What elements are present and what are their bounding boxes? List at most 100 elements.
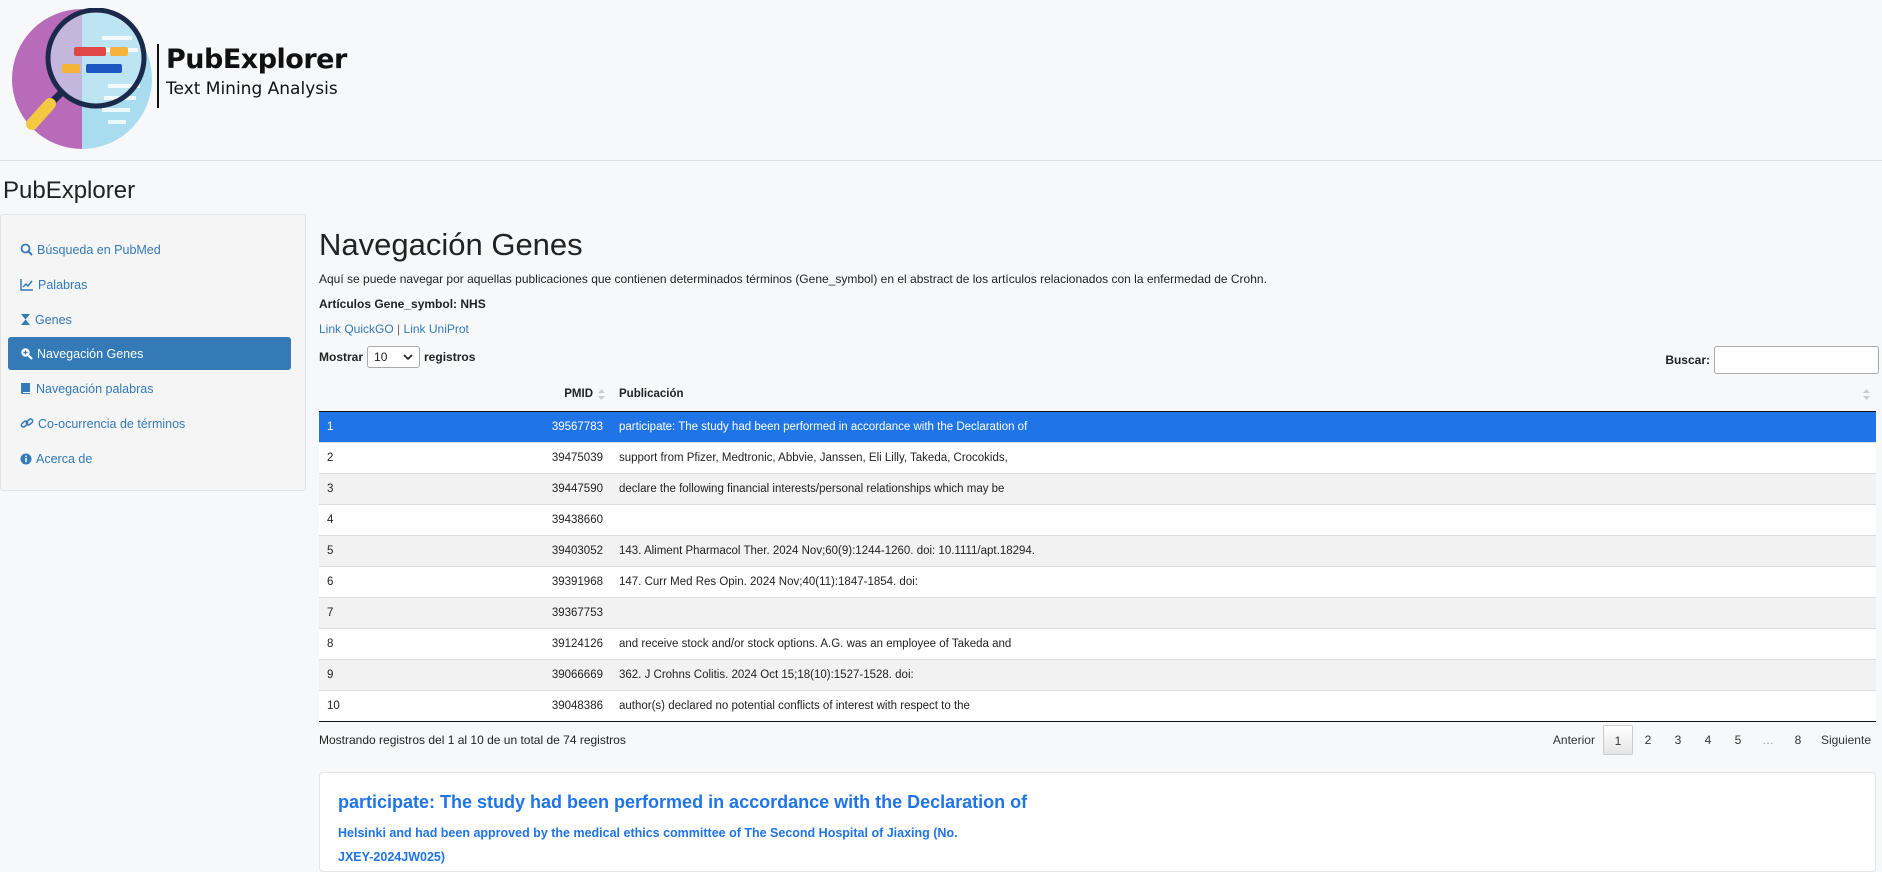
main-content: Navegación Genes Aquí se puede navegar p… <box>319 0 1879 872</box>
row-index: 7 <box>319 596 469 628</box>
row-publication: 143. Aliment Pharmacol Ther. 2024 Nov;60… <box>611 534 1876 566</box>
pagination-page-2[interactable]: 2 <box>1633 725 1663 755</box>
row-publication: and receive stock and/or stock options. … <box>611 627 1876 659</box>
search-icon <box>20 243 33 256</box>
row-index: 2 <box>319 441 469 473</box>
publications-table: PMID Publicación 1 39567783 participate:… <box>319 378 1876 722</box>
app-title: PubExplorer <box>3 177 136 204</box>
table-row[interactable]: 6 39391968 147. Curr Med Res Opin. 2024 … <box>319 565 1876 597</box>
table-row[interactable]: 1 39567783 participate: The study had be… <box>319 410 1876 442</box>
search-input[interactable] <box>1714 346 1879 374</box>
table-header-row: PMID Publicación <box>319 378 1876 412</box>
link-icon <box>20 418 34 428</box>
table-row[interactable]: 10 39048386 author(s) declared no potent… <box>319 689 1876 722</box>
search-label: Buscar: <box>1665 353 1710 367</box>
page-description: Aquí se puede navegar por aquellas publi… <box>319 272 1267 286</box>
column-header-label: Publicación <box>619 388 684 401</box>
table-row[interactable]: 9 39066669 362. J Crohns Colitis. 2024 O… <box>319 658 1876 690</box>
book-icon <box>21 383 30 394</box>
row-publication: 147. Curr Med Res Opin. 2024 Nov;40(11):… <box>611 565 1876 597</box>
table-row[interactable]: 8 39124126 and receive stock and/or stoc… <box>319 627 1876 659</box>
column-header-index <box>319 378 469 412</box>
chevron-down-icon <box>403 354 413 360</box>
article-subtitle-continued: JXEY-2024JW025) <box>338 850 446 864</box>
row-index: 4 <box>319 503 469 535</box>
page-length-control: Mostrar 10 registros <box>319 346 475 368</box>
sort-icon <box>1863 389 1870 400</box>
pagination-page-1[interactable]: 1 <box>1602 725 1633 755</box>
row-pmid: 39447590 <box>469 472 611 504</box>
table-row[interactable]: 7 39367753 <box>319 596 1876 628</box>
row-index: 3 <box>319 472 469 504</box>
row-publication <box>611 503 1876 535</box>
quickgo-link[interactable]: Link QuickGO <box>319 322 394 336</box>
sidebar-item-label: Navegación Genes <box>37 346 144 361</box>
sidebar-item-label: Genes <box>35 312 72 327</box>
table-info: Mostrando registros del 1 al 10 de un to… <box>319 733 626 747</box>
article-card: participate: The study had been performe… <box>319 772 1876 872</box>
sidebar-item-acerca-de[interactable]: Acerca de <box>8 442 291 475</box>
pagination-page-4[interactable]: 4 <box>1693 725 1723 755</box>
row-pmid: 39391968 <box>469 565 611 597</box>
row-publication: participate: The study had been performe… <box>611 410 1876 442</box>
length-prefix: Mostrar <box>319 350 364 364</box>
row-pmid: 39403052 <box>469 534 611 566</box>
row-pmid: 39438660 <box>469 503 611 535</box>
sidebar-item-busqueda-pubmed[interactable]: Búsqueda en PubMed <box>8 233 291 266</box>
row-pmid: 39475039 <box>469 441 611 473</box>
pagination-previous[interactable]: Anterior <box>1545 725 1603 755</box>
external-links: Link QuickGO | Link UniProt <box>319 322 469 336</box>
pagination: Anterior 1 2 3 4 5 … 8 Siguiente <box>1545 725 1879 755</box>
table-row[interactable]: 5 39403052 143. Aliment Pharmacol Ther. … <box>319 534 1876 566</box>
page-length-value: 10 <box>374 350 388 364</box>
row-index: 10 <box>319 689 469 722</box>
search-plus-icon <box>21 348 33 360</box>
article-subtitle: Helsinki and had been approved by the me… <box>338 826 958 840</box>
sidebar-item-genes[interactable]: Genes <box>8 303 291 336</box>
pagination-next[interactable]: Siguiente <box>1813 725 1879 755</box>
table-row[interactable]: 2 39475039 support from Pfizer, Medtroni… <box>319 441 1876 473</box>
row-publication <box>611 596 1876 628</box>
pagination-page-3[interactable]: 3 <box>1663 725 1693 755</box>
links-separator: | <box>397 322 401 336</box>
row-publication: author(s) declared no potential conflict… <box>611 689 1876 722</box>
article-title[interactable]: participate: The study had been performe… <box>338 792 1027 813</box>
table-row[interactable]: 4 39438660 <box>319 503 1876 535</box>
row-publication: 362. J Crohns Colitis. 2024 Oct 15;18(10… <box>611 658 1876 690</box>
sidebar-item-label: Navegación palabras <box>36 381 154 396</box>
sidebar-item-navegacion-genes[interactable]: Navegación Genes <box>8 337 291 370</box>
logo-subtitle: Text Mining Analysis <box>166 79 338 99</box>
chart-line-icon <box>20 279 33 291</box>
table-search: Buscar: <box>1665 346 1879 374</box>
column-header-pmid[interactable]: PMID <box>469 378 611 412</box>
sidebar-item-palabras[interactable]: Palabras <box>8 268 291 301</box>
length-suffix: registros <box>424 350 476 364</box>
pagination-page-8[interactable]: 8 <box>1783 725 1813 755</box>
sidebar: Búsqueda en PubMed Palabras Genes Navega… <box>0 214 306 491</box>
row-pmid: 39066669 <box>469 658 611 690</box>
pagination-page-5[interactable]: 5 <box>1723 725 1753 755</box>
sidebar-item-label: Co-ocurrencia de términos <box>38 416 186 431</box>
row-pmid: 39124126 <box>469 627 611 659</box>
row-pmid: 39567783 <box>469 410 611 442</box>
row-pmid: 39048386 <box>469 689 611 722</box>
column-header-publicacion[interactable]: Publicación <box>611 378 1876 412</box>
sidebar-item-navegacion-palabras[interactable]: Navegación palabras <box>8 372 291 405</box>
gene-symbol-label: Artículos Gene_symbol: NHS <box>319 297 486 311</box>
hourglass-icon <box>21 314 30 325</box>
sidebar-item-label: Acerca de <box>36 451 93 466</box>
row-publication: support from Pfizer, Medtronic, Abbvie, … <box>611 441 1876 473</box>
column-header-label: PMID <box>564 388 593 401</box>
table-row[interactable]: 3 39447590 declare the following financi… <box>319 472 1876 504</box>
pubexplorer-logo <box>12 8 152 149</box>
row-index: 9 <box>319 658 469 690</box>
pagination-ellipsis: … <box>1761 733 1774 747</box>
sidebar-item-label: Palabras <box>38 277 88 292</box>
row-index: 8 <box>319 627 469 659</box>
uniprot-link[interactable]: Link UniProt <box>404 322 469 336</box>
row-publication: declare the following financial interest… <box>611 472 1876 504</box>
sidebar-item-co-ocurrencia[interactable]: Co-ocurrencia de términos <box>8 407 291 440</box>
row-index: 1 <box>319 410 469 442</box>
logo-divider <box>157 44 159 108</box>
page-length-select[interactable]: 10 <box>367 346 421 368</box>
